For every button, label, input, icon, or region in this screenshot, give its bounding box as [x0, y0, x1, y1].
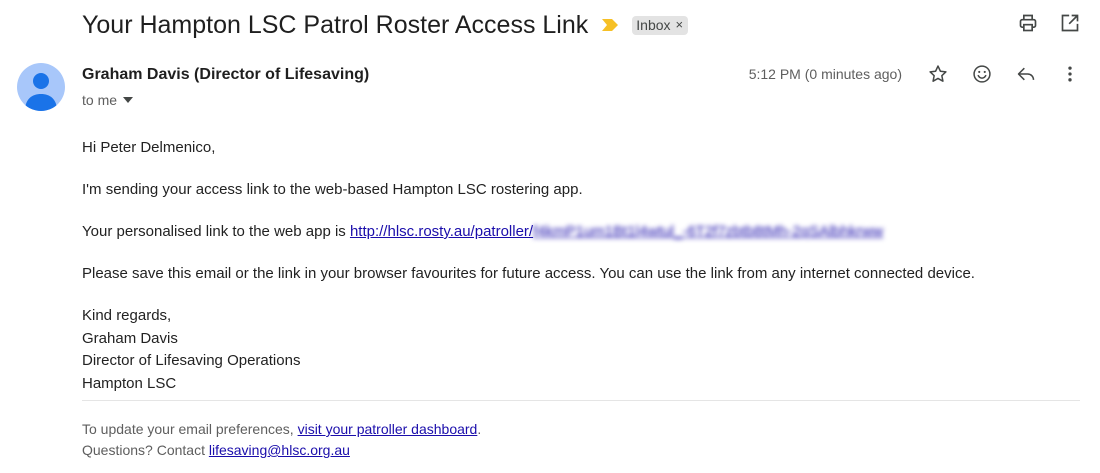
preferences-line: To update your email preferences, visit … — [82, 419, 481, 440]
print-button[interactable] — [1018, 13, 1038, 33]
contact-email-link[interactable]: lifesaving@hlsc.org.au — [209, 442, 350, 458]
intro-paragraph: I'm sending your access link to the web-… — [82, 181, 583, 198]
remove-label-button[interactable]: × — [676, 17, 684, 32]
closing: Kind regards, — [82, 307, 172, 324]
more-vert-icon — [1068, 66, 1072, 82]
signature-name: Graham Davis — [82, 329, 178, 347]
link-paragraph: Your personalised link to the web app is… — [82, 221, 1082, 243]
message-meta: 5:12 PM (0 minutes ago) — [749, 64, 1080, 84]
print-icon — [1019, 14, 1037, 32]
open-in-new-window-button[interactable] — [1060, 13, 1080, 33]
signature-organisation: Hampton LSC — [82, 374, 177, 392]
reply-icon — [1017, 67, 1035, 81]
preferences-prefix: To update your email preferences, — [82, 421, 298, 437]
web-app-link-token[interactable]: f4kmP1um1Bt1l4wtul_-6T2f7zbtb8tMh-2qSAlb… — [533, 223, 883, 240]
web-app-link[interactable]: http://hlsc.rosty.au/patroller/ — [350, 223, 533, 240]
star-button[interactable] — [928, 64, 948, 84]
email-body: Hi Peter Delmenico, I'm sending your acc… — [82, 137, 1082, 395]
patroller-dashboard-link[interactable]: visit your patroller dashboard — [298, 421, 478, 437]
emoji-react-icon — [973, 65, 991, 83]
open-in-new-window-icon — [1061, 14, 1079, 32]
avatar[interactable] — [17, 63, 65, 111]
reply-button[interactable] — [1016, 64, 1036, 84]
recipient-label: to me — [82, 92, 118, 108]
greeting: Hi Peter Delmenico, — [82, 139, 216, 156]
email-footer: To update your email preferences, visit … — [82, 419, 481, 461]
more-options-button[interactable] — [1060, 64, 1080, 84]
inbox-label-text: Inbox — [636, 16, 671, 33]
star-icon — [929, 65, 947, 82]
link-prefix: Your personalised link to the web app is — [82, 223, 350, 240]
chevron-down-icon — [123, 97, 134, 103]
save-note-paragraph: Please save this email or the link in yo… — [82, 265, 975, 282]
email-subject: Your Hampton LSC Patrol Roster Access Li… — [82, 10, 589, 39]
message-actions — [928, 64, 1080, 84]
inbox-label-chip: Inbox × — [632, 15, 689, 35]
signature-title: Director of Lifesaving Operations — [82, 352, 301, 369]
sender-name[interactable]: Graham Davis (Director of Lifesaving) — [82, 66, 369, 84]
recipient-details-toggle[interactable]: to me — [82, 92, 134, 108]
importance-marker-icon[interactable] — [602, 19, 619, 31]
top-actions — [1018, 13, 1080, 33]
emoji-react-button[interactable] — [972, 64, 992, 84]
timestamp: 5:12 PM (0 minutes ago) — [748, 66, 902, 82]
preferences-suffix: . — [477, 421, 482, 437]
avatar-person-icon — [17, 63, 65, 111]
signature: Kind regards, Graham Davis Director of L… — [82, 305, 1082, 395]
questions-prefix: Questions? Contact — [82, 442, 209, 458]
footer-divider — [82, 400, 1080, 401]
questions-line: Questions? Contact lifesaving@hlsc.org.a… — [82, 440, 481, 461]
subject-row: Your Hampton LSC Patrol Roster Access Li… — [82, 8, 689, 42]
